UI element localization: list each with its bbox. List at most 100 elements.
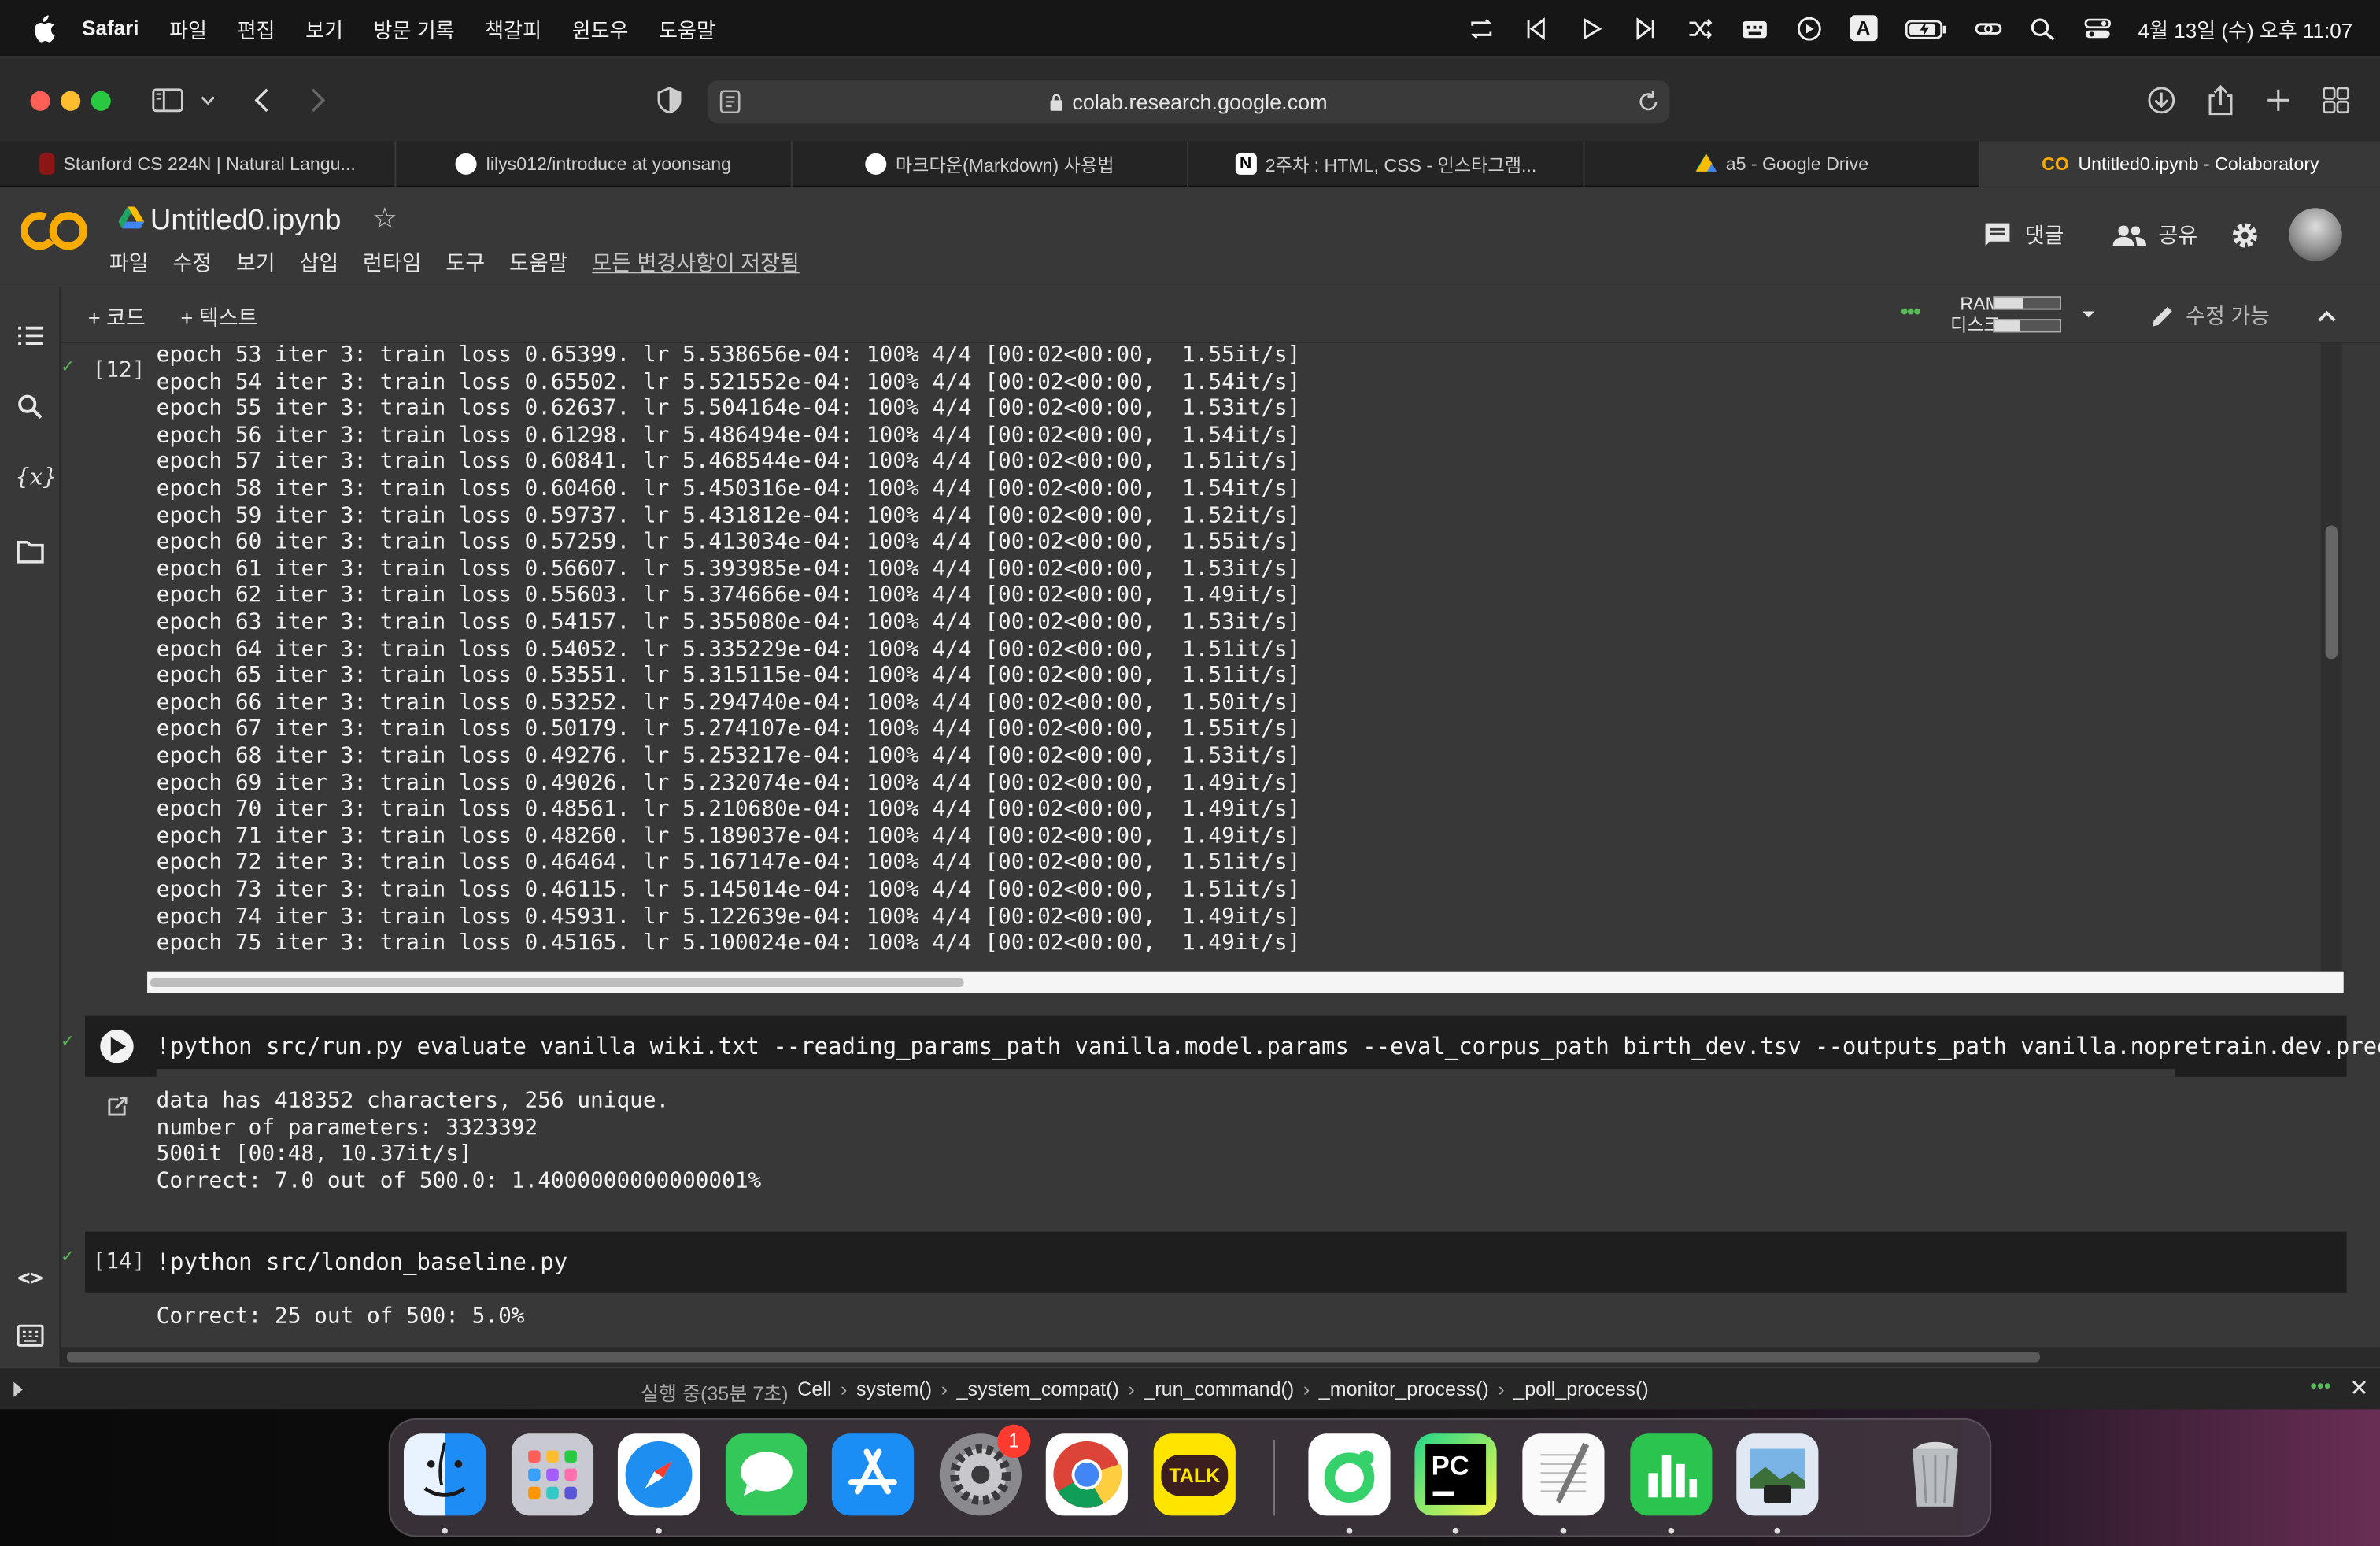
files-folder-icon[interactable]: [15, 536, 46, 567]
repeat-icon[interactable]: [1467, 16, 1495, 40]
menubar-item-window[interactable]: 윈도우: [572, 13, 629, 43]
downloads-icon[interactable]: [2145, 85, 2178, 116]
code-cell-13[interactable]: !python src/run.py evaluate vanilla wiki…: [84, 1015, 2380, 1077]
keyboard-icon[interactable]: [1740, 16, 1768, 40]
reload-icon[interactable]: [1636, 90, 1661, 114]
cell-13-code[interactable]: !python src/run.py evaluate vanilla wiki…: [157, 1033, 2380, 1060]
colab-logo-icon[interactable]: [20, 208, 88, 253]
link-icon[interactable]: [1974, 16, 2001, 40]
numbers-icon[interactable]: [1630, 1433, 1713, 1516]
tab-stanford-cs224n[interactable]: Stanford CS 224N | Natural Langu...: [0, 141, 397, 187]
menubar-item-history[interactable]: 방문 기록: [374, 13, 455, 43]
kakaotalk-icon[interactable]: TALK: [1153, 1433, 1236, 1516]
next-track-icon[interactable]: [1631, 16, 1658, 40]
collapse-header-icon[interactable]: [2316, 305, 2338, 327]
breadcrumb-item[interactable]: _run_command(): [1144, 1378, 1294, 1407]
star-icon[interactable]: ☆: [371, 202, 397, 237]
chrome-icon[interactable]: [1045, 1433, 1128, 1516]
output-actions-icon[interactable]: [105, 1095, 129, 1119]
control-center-icon[interactable]: [2083, 16, 2111, 40]
battery-icon[interactable]: [1905, 16, 1947, 40]
menubar-item-edit[interactable]: 편집: [238, 13, 275, 43]
back-icon[interactable]: [247, 85, 280, 116]
window-zoom-button[interactable]: [91, 91, 111, 111]
breadcrumb-item[interactable]: _system_compat(): [957, 1378, 1119, 1407]
comment-button[interactable]: 댓글: [1983, 220, 2064, 251]
safari-dock-icon[interactable]: [617, 1433, 700, 1516]
input-source-icon[interactable]: A: [1850, 15, 1877, 42]
colab-menu-tools[interactable]: 도구: [445, 247, 485, 278]
launchpad-icon[interactable]: [511, 1433, 594, 1516]
tab-github-introduce[interactable]: lilys012/introduce at yoonsang: [396, 141, 793, 187]
breadcrumb-item[interactable]: Cell: [797, 1378, 831, 1407]
sidebar-toggle-icon[interactable]: [152, 85, 185, 116]
page-menu-icon[interactable]: [719, 90, 741, 114]
add-text-cell-button[interactable]: + 텍스트: [180, 302, 257, 333]
trash-icon[interactable]: [1894, 1433, 1976, 1515]
menubar-app-name[interactable]: Safari: [82, 17, 139, 39]
command-palette-icon[interactable]: [15, 1320, 46, 1351]
resource-labels[interactable]: RAM 디스크: [1931, 293, 2001, 335]
add-code-cell-button[interactable]: + 코드: [88, 302, 146, 333]
user-avatar[interactable]: [2289, 208, 2342, 261]
table-of-contents-icon[interactable]: [15, 320, 46, 351]
tab-overview-icon[interactable]: [2319, 85, 2352, 116]
textedit-icon[interactable]: [1522, 1433, 1605, 1516]
menubar-item-help[interactable]: 도움말: [659, 13, 715, 43]
status-more-icon[interactable]: •••: [2310, 1374, 2330, 1397]
colab-menu-help[interactable]: 도움말: [509, 247, 568, 278]
settings-gear-icon[interactable]: [2230, 220, 2260, 251]
colab-menu-edit[interactable]: 수정: [172, 247, 212, 278]
shuffle-icon[interactable]: [1686, 16, 1713, 40]
tab-notion-week2[interactable]: N 2주차 : HTML, CSS - 인스타그램...: [1188, 141, 1585, 187]
tab-markdown-guide[interactable]: 마크다운(Markdown) 사용법: [793, 141, 1189, 187]
menubar-item-file[interactable]: 파일: [169, 13, 207, 43]
colab-menu-view[interactable]: 보기: [236, 247, 275, 278]
url-text[interactable]: colab.research.google.com: [1072, 90, 1327, 114]
preview-icon[interactable]: [1736, 1433, 1819, 1516]
code-horizontal-scrollbar[interactable]: [156, 1069, 2175, 1077]
cell-14-code[interactable]: !python src/london_baseline.py: [157, 1248, 568, 1276]
run-cell-button[interactable]: [100, 1030, 134, 1063]
resources-dropdown-icon[interactable]: [2079, 305, 2097, 324]
screen-recording-icon[interactable]: [1795, 16, 1823, 40]
chevron-down-icon[interactable]: [198, 85, 219, 116]
close-status-icon[interactable]: ✕: [2349, 1374, 2368, 1402]
new-tab-icon[interactable]: [2262, 85, 2295, 116]
disk-meter[interactable]: [1993, 319, 2061, 333]
colab-menu-insert[interactable]: 삽입: [300, 247, 339, 278]
breadcrumb-item[interactable]: _monitor_process(): [1319, 1378, 1489, 1407]
forward-icon[interactable]: [301, 85, 334, 116]
breadcrumb-item[interactable]: _poll_process(): [1513, 1378, 1648, 1407]
share-button[interactable]: 공유: [2112, 220, 2197, 251]
ram-meter[interactable]: [1993, 296, 2061, 310]
app-store-icon[interactable]: [831, 1433, 914, 1516]
finder-icon[interactable]: [403, 1433, 486, 1516]
expand-status-icon[interactable]: [12, 1381, 24, 1397]
window-minimize-button[interactable]: [61, 91, 81, 111]
menubar-item-view[interactable]: 보기: [305, 13, 343, 43]
code-snippets-icon[interactable]: <>: [15, 1267, 46, 1297]
share-icon[interactable]: [2204, 85, 2237, 116]
menubar-item-bookmarks[interactable]: 책갈피: [485, 13, 541, 43]
saved-status-link[interactable]: 모든 변경사항이 저장됨: [592, 247, 799, 278]
previous-track-icon[interactable]: [1522, 16, 1550, 40]
notebook-title[interactable]: Untitled0.ipynb: [150, 205, 341, 238]
tab-colab-untitled0[interactable]: CO Untitled0.ipynb - Colaboratory: [1980, 141, 2380, 187]
privacy-shield-icon[interactable]: [652, 85, 686, 116]
tab-google-drive[interactable]: a5 - Google Drive: [1584, 141, 1981, 187]
colab-menu-runtime[interactable]: 런타임: [363, 247, 422, 278]
play-icon[interactable]: [1576, 16, 1604, 40]
pycharm-icon[interactable]: PC: [1414, 1433, 1497, 1516]
variables-icon[interactable]: {x}: [15, 463, 57, 494]
menubar-clock[interactable]: 4월 13일 (수) 오후 11:07: [2138, 13, 2353, 43]
output-horizontal-scrollbar[interactable]: [147, 971, 2344, 993]
code-cell-14[interactable]: !python src/london_baseline.py: [84, 1231, 2347, 1293]
breadcrumb-item[interactable]: system(): [856, 1378, 932, 1407]
search-icon[interactable]: [15, 392, 46, 423]
address-bar[interactable]: colab.research.google.com: [707, 80, 1670, 124]
spotlight-search-icon[interactable]: [2029, 16, 2057, 40]
colab-menu-file[interactable]: 파일: [109, 247, 149, 278]
messages-icon[interactable]: [725, 1433, 808, 1516]
apple-logo-icon[interactable]: [31, 14, 55, 42]
